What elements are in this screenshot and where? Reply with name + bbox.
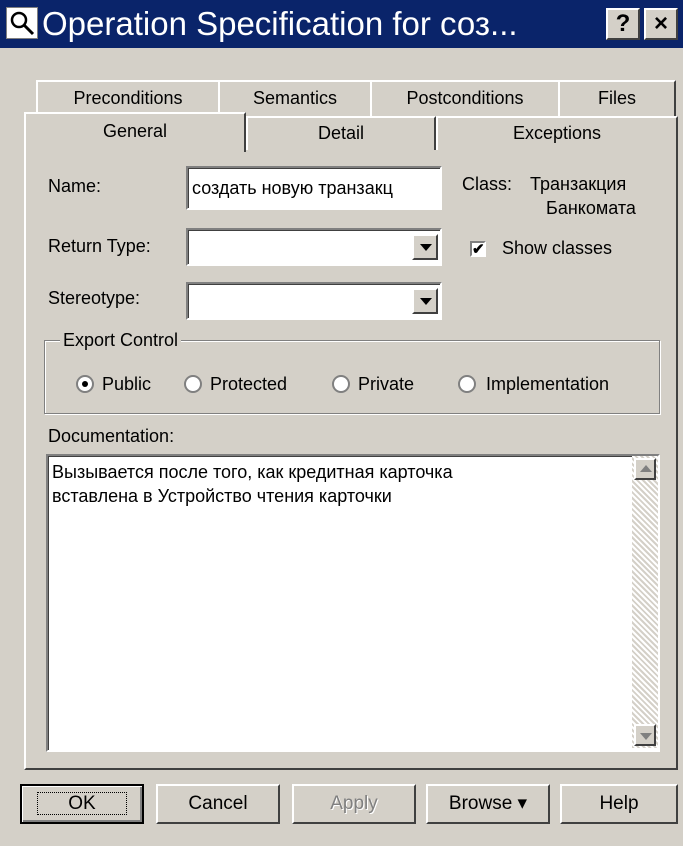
stereotype-label: Stereotype: xyxy=(48,288,141,308)
radio-public-label[interactable]: Public xyxy=(102,374,151,395)
magnifier-icon xyxy=(6,7,38,39)
radio-implementation-label[interactable]: Implementation xyxy=(486,374,609,395)
help-button[interactable]: Help xyxy=(560,784,678,824)
return-type-dropdown[interactable] xyxy=(186,228,442,266)
radio-protected-label[interactable]: Protected xyxy=(210,374,287,395)
help-title-button[interactable]: ? xyxy=(606,8,640,40)
documentation-label: Documentation: xyxy=(48,426,175,446)
stereotype-dropdown[interactable] xyxy=(186,282,442,320)
show-classes-checkbox[interactable]: ✔ xyxy=(470,241,486,257)
radio-private[interactable] xyxy=(332,375,350,393)
name-label: Name: xyxy=(48,176,102,196)
documentation-textarea[interactable]: Вызывается после того, как кредитная кар… xyxy=(46,454,660,752)
tab-general[interactable]: General xyxy=(24,112,246,152)
class-label: Class: xyxy=(462,174,513,194)
class-value-line1: Транзакция xyxy=(530,174,627,194)
title-bar[interactable]: Operation Specification for соз... ? × xyxy=(0,0,683,48)
documentation-line-1: Вызывается после того, как кредитная кар… xyxy=(52,462,453,482)
tab-detail[interactable]: Detail xyxy=(246,116,436,150)
tab-preconditions[interactable]: Preconditions xyxy=(36,80,220,116)
radio-public[interactable] xyxy=(76,375,94,393)
export-control-legend: Export Control xyxy=(60,330,182,351)
radio-protected[interactable] xyxy=(184,375,202,393)
name-field[interactable]: создать новую транзакц xyxy=(186,166,442,210)
show-classes-label[interactable]: Show classes xyxy=(502,238,612,259)
return-type-label: Return Type: xyxy=(48,236,151,256)
scroll-down-icon[interactable] xyxy=(634,724,656,746)
documentation-scrollbar[interactable] xyxy=(632,456,658,748)
apply-button[interactable]: Apply xyxy=(292,784,416,824)
name-value: создать новую транзакц xyxy=(192,178,393,198)
cancel-button[interactable]: Cancel xyxy=(156,784,280,824)
tab-postconditions[interactable]: Postconditions xyxy=(370,80,560,116)
tab-files[interactable]: Files xyxy=(558,80,676,116)
documentation-line-2: вставлена в Устройство чтения карточки xyxy=(52,486,392,506)
close-button[interactable]: × xyxy=(644,8,678,40)
radio-private-label[interactable]: Private xyxy=(358,374,414,395)
class-value-line2: Банкомата xyxy=(546,198,636,218)
tab-semantics[interactable]: Semantics xyxy=(218,80,372,116)
chevron-down-icon[interactable] xyxy=(412,288,438,314)
chevron-down-icon[interactable] xyxy=(412,234,438,260)
radio-implementation[interactable] xyxy=(458,375,476,393)
scroll-up-icon[interactable] xyxy=(634,458,656,480)
ok-button[interactable]: OK xyxy=(20,784,144,824)
ok-label: OK xyxy=(37,792,127,815)
window-title: Operation Specification for соз... xyxy=(42,5,518,42)
browse-button[interactable]: Browse ▾ xyxy=(426,784,550,824)
tab-exceptions[interactable]: Exceptions xyxy=(436,116,678,150)
